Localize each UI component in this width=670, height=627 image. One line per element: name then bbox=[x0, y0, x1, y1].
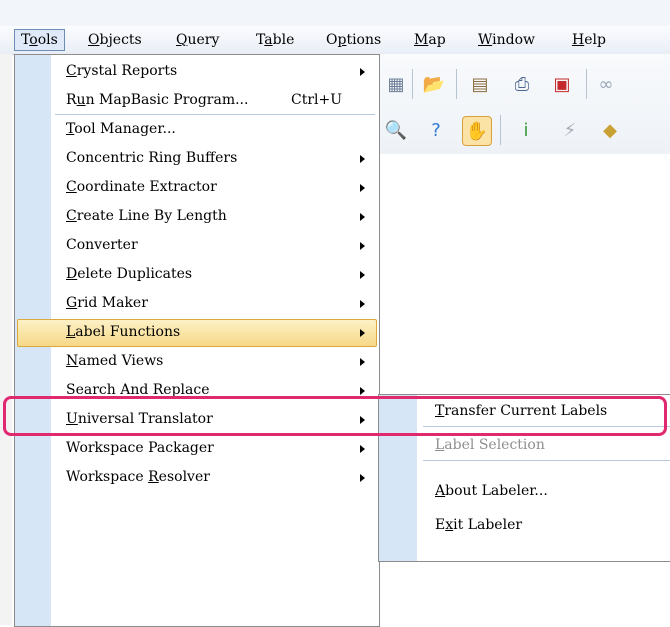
submenu-arrow-icon bbox=[360, 155, 365, 163]
menu-item-label: Delete Duplicates bbox=[66, 266, 193, 282]
menu-options[interactable]: Options bbox=[320, 30, 387, 50]
menu-item-label: Crystal Reports bbox=[66, 63, 178, 79]
menu-item-run-mapbasic-program[interactable]: Run MapBasic Program... Ctrl+U bbox=[15, 86, 379, 115]
submenu-arrow-icon bbox=[360, 300, 365, 308]
submenu-arrow-icon bbox=[360, 213, 365, 221]
menu-item-grid-maker[interactable]: Grid Maker bbox=[15, 289, 379, 318]
shortcut-label: Ctrl+U bbox=[291, 92, 343, 108]
toolbar-separator bbox=[500, 115, 501, 145]
submenu-arrow-icon bbox=[360, 387, 365, 395]
menu-item-label: Create Line By Length bbox=[66, 208, 227, 224]
focus-highlight-box bbox=[3, 396, 667, 436]
submenu-item-label: Exit Labeler bbox=[435, 517, 523, 533]
hand-pan-icon[interactable]: ✋ bbox=[462, 116, 492, 146]
menu-item-label: Workspace Packager bbox=[66, 440, 214, 456]
zoom-out-icon[interactable]: 🔍 bbox=[382, 116, 410, 144]
left-dock-strip bbox=[0, 54, 12, 625]
menu-item-label: Workspace Resolver bbox=[66, 469, 210, 485]
menu-item-label: Label Functions bbox=[66, 324, 181, 340]
menu-item-tool-manager[interactable]: Tool Manager... bbox=[15, 115, 379, 144]
menu-item-delete-duplicates[interactable]: Delete Duplicates bbox=[15, 260, 379, 289]
help-icon[interactable]: ? bbox=[422, 116, 450, 144]
menu-item-label: Named Views bbox=[66, 353, 164, 369]
submenu-arrow-icon bbox=[360, 445, 365, 453]
menu-item-label: Concentric Ring Buffers bbox=[66, 150, 238, 166]
submenu-arrow-icon bbox=[360, 358, 365, 366]
menu-tools[interactable]: Tools bbox=[14, 29, 65, 51]
menu-query[interactable]: Query bbox=[170, 30, 225, 50]
toolbar-separator bbox=[456, 69, 457, 99]
menu-item-concentric-ring-buffers[interactable]: Concentric Ring Buffers bbox=[15, 144, 379, 173]
main-toolbar: 🔍? ✋ i ⚡ ◆ bbox=[380, 108, 670, 154]
menu-item-label: Grid Maker bbox=[66, 295, 148, 311]
menu-map[interactable]: Map bbox=[408, 30, 452, 50]
chain-icon[interactable]: ∞ bbox=[592, 70, 620, 98]
open-folder-icon[interactable]: 📂 bbox=[420, 70, 448, 98]
menu-bar: Tools Objects Query Table Options Map Wi… bbox=[0, 26, 670, 55]
menu-item-crystal-reports[interactable]: Crystal Reports bbox=[15, 57, 379, 86]
submenu-separator bbox=[423, 460, 670, 461]
menu-item-named-views[interactable]: Named Views bbox=[15, 347, 379, 376]
submenu-arrow-icon bbox=[360, 474, 365, 482]
menu-table[interactable]: Table bbox=[250, 30, 300, 50]
submenu-item-about-labeler[interactable]: About Labeler... bbox=[379, 475, 670, 507]
submenu-arrow-icon bbox=[360, 184, 365, 192]
standard-toolbar: ▦ 📂 ▤ ⎙ ▣ ∞ bbox=[380, 62, 670, 108]
window-top-area bbox=[0, 0, 670, 26]
menu-item-label: Converter bbox=[66, 237, 138, 253]
menu-help[interactable]: Help bbox=[566, 30, 612, 50]
menu-window[interactable]: Window bbox=[472, 30, 541, 50]
tools-menu: Crystal Reports Run MapBasic Program... Ct… bbox=[14, 54, 380, 627]
submenu-arrow-icon bbox=[360, 329, 365, 337]
menu-item-label-functions[interactable]: Label Functions bbox=[15, 318, 379, 347]
submenu-item-label: About Labeler... bbox=[435, 483, 548, 499]
menu-item-workspace-packager[interactable]: Workspace Packager bbox=[15, 434, 379, 463]
submenu-arrow-icon bbox=[360, 68, 365, 76]
printer-icon[interactable]: ⎙ bbox=[508, 70, 536, 98]
info-icon[interactable]: i bbox=[512, 116, 540, 144]
label-tag-icon[interactable]: ◆ bbox=[596, 116, 624, 144]
submenu-arrow-icon bbox=[360, 271, 365, 279]
menu-item-label: Run MapBasic Program... bbox=[66, 92, 249, 108]
table-icon[interactable]: ▦ bbox=[382, 70, 410, 98]
menu-objects[interactable]: Objects bbox=[82, 30, 148, 50]
menu-item-workspace-resolver[interactable]: Workspace Resolver bbox=[15, 463, 379, 492]
submenu-arrow-icon bbox=[360, 242, 365, 250]
menu-item-label: Tool Manager... bbox=[66, 121, 176, 137]
menu-item-create-line-by-length[interactable]: Create Line By Length bbox=[15, 202, 379, 231]
toolbar-separator bbox=[412, 69, 413, 99]
submenu-item-exit-labeler[interactable]: Exit Labeler bbox=[379, 509, 670, 541]
pdf-icon[interactable]: ▣ bbox=[548, 70, 576, 98]
menu-item-coordinate-extractor[interactable]: Coordinate Extractor bbox=[15, 173, 379, 202]
menu-item-converter[interactable]: Converter bbox=[15, 231, 379, 260]
toolbar-separator bbox=[586, 69, 587, 99]
hotlink-icon[interactable]: ⚡ bbox=[556, 116, 584, 144]
layers-icon[interactable]: ▤ bbox=[466, 70, 494, 98]
menu-item-label: Coordinate Extractor bbox=[66, 179, 217, 195]
